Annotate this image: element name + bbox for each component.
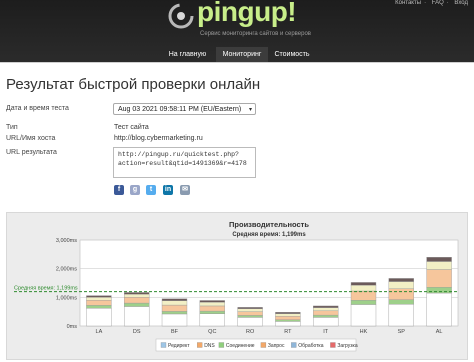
top-links: Контакты · FAQ · Вход bbox=[395, 0, 468, 6]
date-select[interactable]: Aug 03 2021 09:58:11 PM (EU/Eastern) ▾ bbox=[113, 103, 256, 115]
nav-monitoring[interactable]: Мониторинг bbox=[216, 47, 268, 62]
tagline: Сервис мониторинга сайтов и серверов bbox=[200, 31, 311, 37]
result-url-field[interactable]: http://pingup.ru/quicktest.php? action=r… bbox=[113, 147, 256, 178]
faq-link[interactable]: FAQ bbox=[432, 0, 444, 6]
nav-pricing[interactable]: Стоимость bbox=[270, 47, 314, 62]
date-label: Дата и время теста bbox=[6, 105, 69, 112]
header-divider bbox=[0, 62, 474, 63]
chevron-down-icon: ▾ bbox=[248, 107, 252, 113]
host-label: URL/Имя хоста bbox=[6, 135, 56, 142]
logo-icon bbox=[168, 3, 194, 29]
linkedin-icon[interactable]: in bbox=[163, 185, 173, 195]
google-bookmarks-icon[interactable]: g bbox=[130, 185, 140, 195]
date-select-value: Aug 03 2021 09:58:11 PM (EU/Eastern) bbox=[118, 106, 242, 113]
login-link[interactable]: Вход bbox=[454, 0, 468, 6]
host-value: http://blog.cybermarketing.ru bbox=[114, 135, 203, 142]
performance-chart-panel bbox=[6, 212, 468, 360]
email-icon[interactable]: ✉ bbox=[180, 185, 190, 195]
logo-text[interactable]: pingup! bbox=[197, 0, 297, 28]
nav-home[interactable]: На главную bbox=[162, 47, 213, 62]
type-label: Тип bbox=[6, 124, 18, 131]
facebook-icon[interactable]: f bbox=[114, 185, 124, 195]
twitter-icon[interactable]: t bbox=[146, 185, 156, 195]
type-value: Тест сайта bbox=[114, 124, 149, 131]
page-title: Результат быстрой проверки онлайн bbox=[6, 76, 261, 93]
result-url-label: URL результата bbox=[6, 149, 57, 156]
contacts-link[interactable]: Контакты bbox=[395, 0, 421, 6]
